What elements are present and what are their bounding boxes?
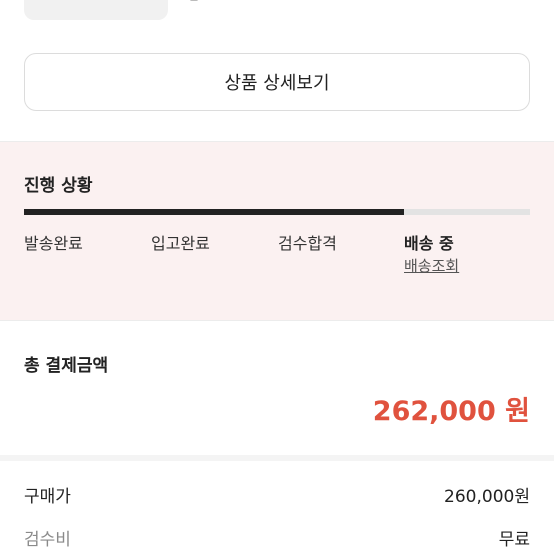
section-divider [0, 320, 554, 321]
product-thumbnail [24, 0, 168, 20]
delivery-tracking-link[interactable]: 배송조회 [404, 255, 459, 276]
inspection-fee-value: 무료 [498, 530, 530, 550]
total-payment-amount: 262,000 원 [372, 396, 530, 427]
step-in-delivery: 배송 중 [404, 234, 454, 253]
purchase-price-label: 구매가 [24, 487, 71, 507]
step-shipped: 발송완료 [24, 234, 83, 253]
step-inspection-passed: 검수합격 [278, 234, 337, 253]
inspection-fee-label: 검수비 [24, 530, 71, 550]
purchase-price-value: 260,000원 [444, 487, 530, 507]
section-separator [0, 455, 554, 461]
step-warehoused: 입고완료 [151, 234, 210, 253]
progress-track [24, 209, 530, 215]
progress-section [0, 142, 554, 320]
total-payment-title: 총 결제금액 [24, 356, 109, 376]
product-detail-button[interactable]: 상품 상세보기 [24, 53, 530, 111]
progress-fill [24, 209, 404, 215]
thumbnail-indicator [190, 0, 198, 1]
progress-title: 진행 상황 [24, 176, 93, 196]
